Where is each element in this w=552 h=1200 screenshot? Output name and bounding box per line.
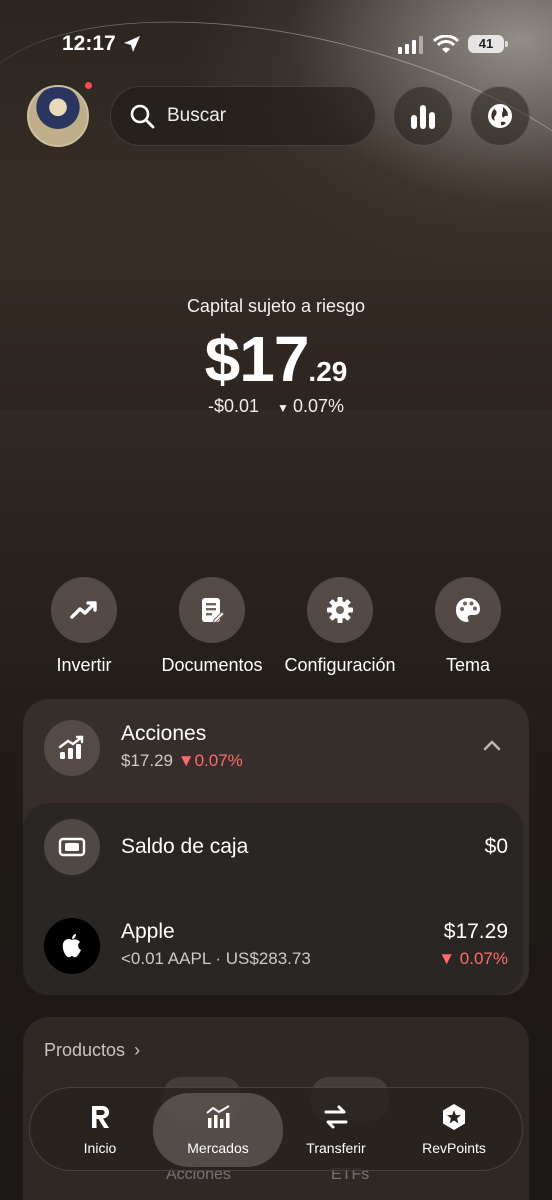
revolut-r-icon <box>92 1106 109 1128</box>
globe-icon <box>488 104 512 128</box>
document-icon <box>202 598 225 624</box>
action-tema[interactable]: Tema <box>393 577 543 676</box>
products-header[interactable]: Productos › <box>44 1040 140 1061</box>
tab-label: Transferir <box>306 1140 366 1156</box>
balance-amount: $17.29 <box>0 322 552 396</box>
balance-whole: $17 <box>204 323 310 395</box>
wifi-icon <box>433 35 459 53</box>
apple-change-pct: 0.07% <box>459 949 508 968</box>
down-triangle-icon: ▼ <box>277 401 289 415</box>
analytics-button[interactable] <box>393 86 453 146</box>
balance-change-abs: -$0.01 <box>208 396 260 416</box>
tab-transferir[interactable]: Transferir <box>271 1088 401 1172</box>
stocks-change: 0.07% <box>194 751 243 770</box>
cellular-signal-icon <box>398 36 423 54</box>
stocks-subtitle: $17.29 ▼0.07% <box>121 751 243 771</box>
tab-label: RevPoints <box>422 1140 486 1156</box>
tab-revpoints[interactable]: RevPoints <box>389 1088 519 1172</box>
apple-row[interactable]: Apple <0.01 AAPL · US$283.73 $17.29 ▼ 0.… <box>44 918 508 974</box>
tab-mercados[interactable]: Mercados <box>153 1093 283 1167</box>
apple-change: ▼ 0.07% <box>438 949 508 969</box>
balance-change: -$0.01 ▼ 0.07% <box>0 396 552 417</box>
apple-value: $17.29 <box>443 920 508 943</box>
search-icon <box>130 104 155 129</box>
search-bar[interactable]: Buscar <box>110 86 376 146</box>
cash-title: Saldo de caja <box>121 835 249 858</box>
palette-icon <box>456 598 480 622</box>
cash-row[interactable]: Saldo de caja $0 <box>44 819 508 875</box>
down-triangle-icon: ▼ <box>438 949 456 968</box>
products-title: Productos <box>44 1040 126 1060</box>
location-arrow-icon <box>124 36 140 52</box>
tab-inicio[interactable]: Inicio <box>35 1088 165 1172</box>
bar-chart-icon <box>411 105 435 129</box>
balance-caption: Capital sujeto a riesgo <box>186 296 366 316</box>
battery-icon: 41 <box>468 35 508 53</box>
avatar[interactable] <box>27 85 89 147</box>
stocks-value: $17.29 <box>121 751 173 770</box>
chevron-up-icon[interactable] <box>482 738 502 752</box>
apple-logo-icon <box>62 934 81 958</box>
hexagon-star-icon <box>443 1104 465 1130</box>
balance-change-pct: 0.07% <box>292 396 344 416</box>
status-bar: 12:17 41 <box>0 30 552 60</box>
search-placeholder: Buscar <box>167 105 227 126</box>
tab-label: Inicio <box>83 1140 117 1156</box>
action-label: Tema <box>445 655 490 675</box>
stocks-growth-icon <box>58 735 84 759</box>
globe-button[interactable] <box>470 86 530 146</box>
status-time: 12:17 <box>62 32 116 55</box>
stocks-header-row[interactable]: Acciones $17.29 ▼0.07% <box>44 720 508 776</box>
stocks-title: Acciones <box>121 722 207 745</box>
apple-title: Apple <box>121 920 175 943</box>
transfer-icon <box>324 1105 348 1129</box>
tab-label: Mercados <box>187 1140 249 1156</box>
balance-cents: .29 <box>308 356 348 387</box>
notification-dot <box>85 82 92 89</box>
gear-icon <box>327 597 353 623</box>
quick-actions: Invertir Documentos Configuración Tema <box>0 577 552 677</box>
down-triangle-icon: ▼ <box>177 751 195 770</box>
tab-bar: Inicio Mercados Transferir RevPoints <box>29 1087 523 1171</box>
chevron-right-icon: › <box>134 1040 141 1060</box>
chart-icon <box>206 1105 230 1128</box>
cash-icon <box>58 837 86 857</box>
trending-up-icon <box>70 601 97 619</box>
cash-value: $0 <box>484 835 508 858</box>
apple-subtitle: <0.01 AAPL · US$283.73 <box>121 949 311 968</box>
